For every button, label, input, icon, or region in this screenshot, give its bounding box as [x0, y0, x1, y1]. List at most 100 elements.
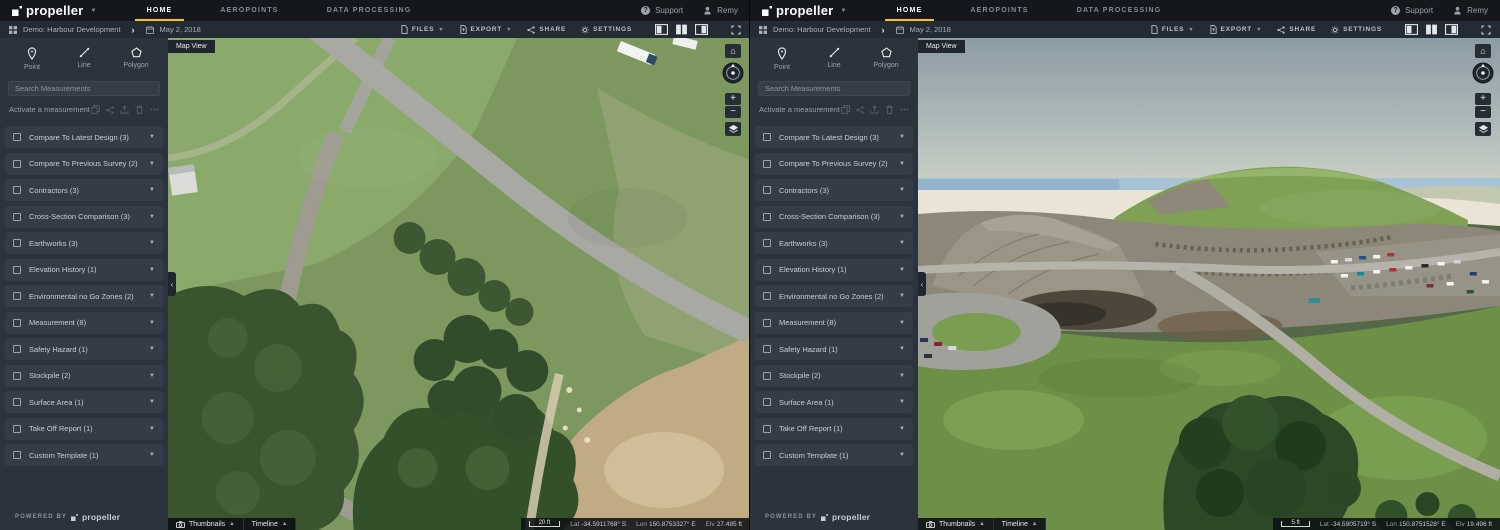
category-row[interactable]: Custom Template (1) ▼ [755, 444, 913, 466]
zoom-in-button[interactable]: + [725, 93, 741, 105]
chevron-down-icon[interactable]: ▼ [149, 346, 155, 352]
line-tool-button[interactable]: Line [808, 45, 860, 73]
chevron-down-icon[interactable]: ▼ [149, 426, 155, 432]
chevron-down-icon[interactable]: ▼ [149, 267, 155, 273]
chevron-down-icon[interactable]: ▼ [899, 134, 905, 140]
category-checkbox[interactable] [763, 424, 771, 433]
category-checkbox[interactable] [13, 212, 21, 221]
user-menu[interactable]: Remy [703, 6, 738, 15]
category-row[interactable]: Elevation History (1) ▼ [755, 258, 913, 281]
map-canvas-3d[interactable] [918, 38, 1500, 530]
category-checkbox[interactable] [13, 159, 21, 168]
category-row[interactable]: Custom Template (1) ▼ [5, 444, 163, 466]
category-checkbox[interactable] [763, 133, 771, 141]
chevron-down-icon[interactable]: ▼ [149, 214, 155, 220]
map-canvas-2d[interactable] [168, 38, 750, 530]
category-checkbox[interactable] [13, 292, 21, 300]
nav-aeropoints[interactable]: AEROPOINTS [196, 0, 302, 21]
chevron-down-icon[interactable]: ▼ [899, 373, 905, 379]
category-row[interactable]: Compare To Previous Survey (2) ▼ [755, 152, 913, 175]
thumbnails-button[interactable]: Thumbnails ▲ [918, 518, 994, 530]
category-checkbox[interactable] [763, 159, 771, 168]
sidebar-collapse-handle[interactable]: ‹ [168, 272, 176, 296]
point-tool-button[interactable]: Point [756, 45, 808, 73]
nav-data-processing[interactable]: DATA PROCESSING [1053, 0, 1186, 21]
user-menu[interactable]: Remy [1453, 6, 1488, 15]
files-button[interactable]: FILES ▼ [1151, 25, 1195, 34]
category-checkbox[interactable] [763, 345, 771, 353]
chevron-down-icon[interactable]: ▼ [899, 214, 905, 220]
layers-button[interactable] [1475, 122, 1491, 136]
category-checkbox[interactable] [763, 239, 771, 247]
polygon-tool-button[interactable]: Polygon [860, 45, 912, 73]
chevron-down-icon[interactable]: ▼ [899, 426, 905, 432]
category-row[interactable]: Earthworks (3) ▼ [5, 232, 163, 254]
category-checkbox[interactable] [13, 451, 21, 459]
category-row[interactable]: Cross-Section Comparison (3) ▼ [5, 205, 163, 228]
category-row[interactable]: Compare To Latest Design (3) ▼ [5, 126, 163, 148]
nav-data-processing[interactable]: DATA PROCESSING [303, 0, 436, 21]
point-tool-button[interactable]: Point [6, 45, 58, 73]
thumbnails-button[interactable]: Thumbnails ▲ [168, 518, 244, 530]
chevron-down-icon[interactable]: ▼ [149, 187, 155, 193]
chevron-down-icon[interactable]: ▼ [899, 267, 905, 273]
chevron-down-icon[interactable]: ▼ [899, 452, 905, 458]
export-button[interactable]: EXPORT ▼ [1210, 25, 1263, 34]
support-button[interactable]: ? Support [641, 6, 683, 15]
category-row[interactable]: Contractors (3) ▼ [5, 179, 163, 201]
category-checkbox[interactable] [763, 265, 771, 274]
timeline-button[interactable]: Timeline ▲ [243, 518, 297, 530]
share-button[interactable]: SHARE [1277, 26, 1316, 34]
search-input[interactable] [758, 81, 910, 96]
zoom-in-button[interactable]: + [1475, 93, 1491, 105]
chevron-down-icon[interactable]: ▼ [899, 346, 905, 352]
zoom-out-button[interactable]: − [725, 106, 741, 118]
category-row[interactable]: Surface Area (1) ▼ [5, 391, 163, 413]
home-button[interactable]: ⌂ [1475, 44, 1491, 58]
layers-button[interactable] [725, 122, 741, 136]
category-row[interactable]: Stockpile (2) ▼ [755, 364, 913, 387]
chevron-down-icon[interactable]: ▼ [149, 134, 155, 140]
chevron-down-icon[interactable]: ▼ [149, 293, 155, 299]
files-button[interactable]: FILES ▼ [401, 25, 445, 34]
category-row[interactable]: Measurement (8) ▼ [5, 311, 163, 334]
category-checkbox[interactable] [13, 239, 21, 247]
breadcrumb-date[interactable]: May 2, 2018 [910, 25, 951, 34]
chevron-down-icon[interactable]: ▼ [899, 293, 905, 299]
nav-home[interactable]: HOME [123, 0, 197, 21]
category-row[interactable]: Safety Hazard (1) ▼ [755, 338, 913, 360]
chevron-down-icon[interactable]: ▼ [899, 187, 905, 193]
chevron-down-icon[interactable]: ▼ [899, 161, 905, 167]
category-checkbox[interactable] [763, 186, 771, 194]
nav-aeropoints[interactable]: AEROPOINTS [946, 0, 1052, 21]
compass-control[interactable] [722, 62, 744, 84]
category-checkbox[interactable] [13, 318, 21, 327]
category-row[interactable]: Elevation History (1) ▼ [5, 258, 163, 281]
category-row[interactable]: Cross-Section Comparison (3) ▼ [755, 205, 913, 228]
category-row[interactable]: Safety Hazard (1) ▼ [5, 338, 163, 360]
chevron-down-icon[interactable]: ▼ [899, 240, 905, 246]
category-checkbox[interactable] [13, 398, 21, 406]
support-button[interactable]: ? Support [1391, 6, 1433, 15]
chevron-down-icon[interactable]: ▼ [149, 452, 155, 458]
category-checkbox[interactable] [763, 451, 771, 459]
category-checkbox[interactable] [13, 186, 21, 194]
propeller-logo[interactable]: propeller ▼ [12, 3, 97, 18]
category-checkbox[interactable] [763, 212, 771, 221]
chevron-down-icon[interactable]: ▼ [149, 240, 155, 246]
category-checkbox[interactable] [13, 371, 21, 380]
category-row[interactable]: Take Off Report (1) ▼ [5, 417, 163, 440]
sidebar-collapse-handle[interactable]: ‹ [918, 272, 926, 296]
category-row[interactable]: Take Off Report (1) ▼ [755, 417, 913, 440]
layout-right-panel-button[interactable] [695, 24, 708, 35]
layout-left-panel-button[interactable] [1405, 24, 1418, 35]
category-row[interactable]: Surface Area (1) ▼ [755, 391, 913, 413]
chevron-down-icon[interactable]: ▼ [899, 320, 905, 326]
compass-control[interactable] [1472, 62, 1494, 84]
breadcrumb-site[interactable]: Demo: Harbour Development [23, 25, 121, 34]
search-input[interactable] [8, 81, 160, 96]
chevron-down-icon[interactable]: ▼ [149, 320, 155, 326]
timeline-button[interactable]: Timeline ▲ [993, 518, 1047, 530]
share-button[interactable]: SHARE [527, 26, 566, 34]
category-checkbox[interactable] [13, 133, 21, 141]
